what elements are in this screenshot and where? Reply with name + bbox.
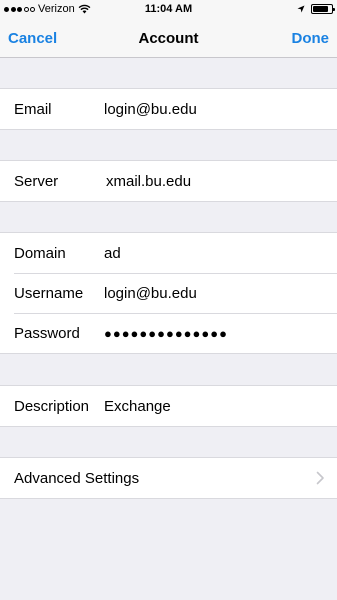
advanced-group: Advanced Settings (0, 457, 337, 499)
navigation-bar: Cancel Account Done (0, 20, 337, 58)
email-row[interactable]: Email login@bu.edu (0, 89, 337, 129)
credentials-group: Domain ad Username login@bu.edu Password… (0, 232, 337, 354)
battery-level (313, 6, 329, 12)
status-right (297, 4, 335, 14)
advanced-settings-label: Advanced Settings (14, 469, 140, 487)
description-row[interactable]: Description Exchange (0, 386, 337, 426)
status-bar: Verizon 11:04 AM (0, 0, 337, 20)
chevron-right-icon (316, 471, 324, 485)
password-row[interactable]: Password ●●●●●●●●●●●●●● (0, 313, 337, 353)
done-button[interactable]: Done (292, 30, 330, 47)
description-label: Description (14, 397, 90, 415)
domain-label: Domain (14, 244, 66, 262)
server-row[interactable]: Server xmail.bu.edu (0, 161, 337, 201)
advanced-settings-row[interactable]: Advanced Settings (0, 458, 337, 498)
server-label: Server (14, 172, 59, 190)
server-field[interactable]: xmail.bu.edu (106, 173, 191, 190)
server-group: Server xmail.bu.edu (0, 160, 337, 202)
email-group: Email login@bu.edu (0, 88, 337, 130)
status-time: 11:04 AM (144, 3, 193, 15)
location-arrow-icon (297, 5, 305, 13)
email-label: Email (14, 100, 52, 118)
description-field[interactable]: Exchange (104, 398, 171, 415)
password-field[interactable]: ●●●●●●●●●●●●●● (104, 326, 228, 341)
email-field[interactable]: login@bu.edu (104, 101, 197, 118)
username-label: Username (14, 284, 84, 302)
page-title: Account (138, 30, 199, 47)
username-field[interactable]: login@bu.edu (104, 285, 197, 302)
description-group: Description Exchange (0, 385, 337, 427)
battery-icon (311, 4, 335, 14)
password-label: Password (14, 324, 80, 342)
username-row[interactable]: Username login@bu.edu (0, 273, 337, 313)
domain-field[interactable]: ad (104, 245, 121, 262)
domain-row[interactable]: Domain ad (0, 233, 337, 273)
